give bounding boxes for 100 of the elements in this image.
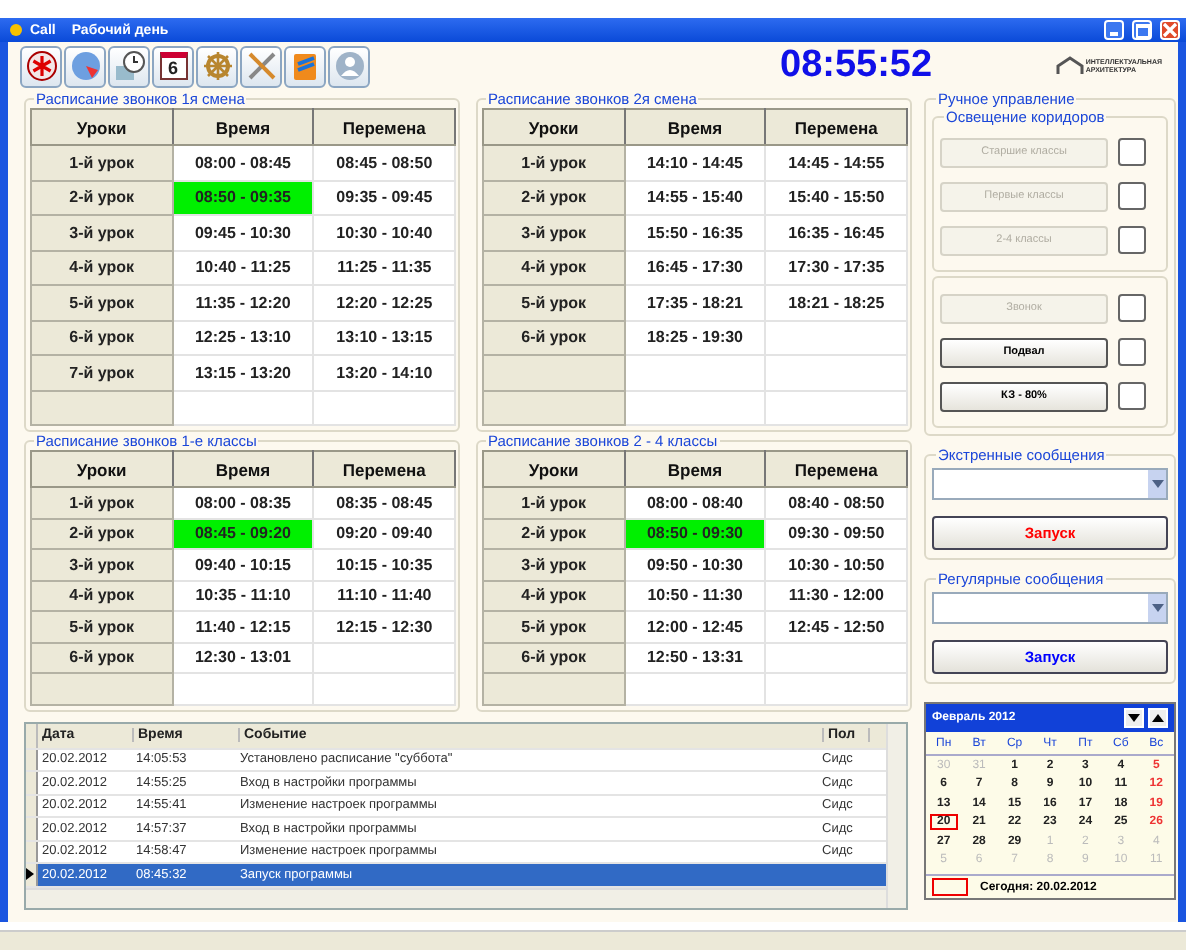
table-cell: 11:40 - 12:15 <box>172 611 314 642</box>
table-cell: 12:20 - 12:25 <box>313 285 455 320</box>
row-pointer-icon <box>26 868 34 881</box>
caret-icon <box>1151 604 1163 612</box>
clock: 08:55:52 <box>780 44 933 88</box>
column-header: Уроки <box>483 109 625 145</box>
row-header: 3-й урок <box>31 549 173 580</box>
minimize-button[interactable] <box>1104 20 1124 40</box>
table-cell: 08:00 - 08:35 <box>172 487 314 518</box>
row-header: 1-й урок <box>31 145 173 180</box>
row-header: 2-й урок <box>483 180 625 215</box>
table-cell: 14:55 - 15:40 <box>624 180 766 215</box>
column-header: Перемена <box>313 109 455 145</box>
column-header: Время <box>624 451 766 487</box>
globe-button[interactable] <box>64 45 106 87</box>
checkbox[interactable] <box>1118 338 1146 366</box>
wheel-icon <box>201 50 233 82</box>
person-button[interactable] <box>328 45 370 87</box>
table-cell: 09:30 - 09:50 <box>765 518 907 549</box>
row-header: 1-й урок <box>483 487 625 518</box>
table-cell: 09:20 - 09:40 <box>313 518 455 549</box>
row-header: 5-й урок <box>483 285 625 320</box>
row-header: 2-й урок <box>31 180 173 215</box>
table-cell: 17:30 - 17:35 <box>765 250 907 285</box>
house-logo-icon <box>1055 56 1084 76</box>
row-header: 1-й урок <box>483 145 625 180</box>
close-button[interactable] <box>1160 20 1180 40</box>
horizontal-scrollbar[interactable] <box>26 887 886 907</box>
table-cell: 15:50 - 16:35 <box>624 215 766 250</box>
row-header: 6-й урок <box>483 320 625 355</box>
caret-icon <box>1151 480 1163 488</box>
globe-icon <box>69 50 101 82</box>
row-header: 5-й урок <box>31 285 173 320</box>
row-header: 5-й урок <box>31 611 173 642</box>
table-cell: 10:50 - 11:30 <box>624 580 766 611</box>
wheel-button[interactable] <box>196 45 238 87</box>
row-header: 6-й урок <box>31 320 173 355</box>
table-cell: 13:15 - 13:20 <box>172 355 314 390</box>
previous-month-button[interactable] <box>1124 708 1144 728</box>
table-cell: 09:50 - 10:30 <box>624 549 766 580</box>
row-header: 4-й урок <box>31 580 173 611</box>
calendar-button[interactable]: 6 <box>152 45 194 87</box>
table-cell: 13:10 - 13:15 <box>313 320 455 355</box>
table-cell: 10:35 - 11:10 <box>172 580 314 611</box>
row-header: 2-й урок <box>31 518 173 549</box>
table-cell: 08:45 - 09:20 <box>172 518 314 549</box>
row-header: 5-й урок <box>483 611 625 642</box>
row-header: 6-й урок <box>483 642 625 673</box>
table-cell: 18:21 - 18:25 <box>765 285 907 320</box>
table-cell: 15:40 - 15:50 <box>765 180 907 215</box>
table-cell: 12:25 - 13:10 <box>172 320 314 355</box>
table-cell: 12:50 - 13:31 <box>624 642 766 673</box>
column-header: Перемена <box>313 451 455 487</box>
today-marker-icon <box>932 878 968 896</box>
table-cell: 14:45 - 14:55 <box>765 145 907 180</box>
column-header: Уроки <box>483 451 625 487</box>
table-cell: 11:30 - 12:00 <box>765 580 907 611</box>
column-header: Уроки <box>31 451 173 487</box>
column-header: Время <box>172 109 314 145</box>
calendar-icon: 6 <box>159 52 187 80</box>
table-cell: 08:50 - 09:35 <box>172 180 314 215</box>
table-cell: 12:15 - 12:30 <box>313 611 455 642</box>
row-header: 4-й урок <box>31 250 173 285</box>
table-cell: 09:45 - 10:30 <box>172 215 314 250</box>
book-button[interactable] <box>284 45 326 87</box>
row-header: 3-й урок <box>31 215 173 250</box>
table-cell: 16:35 - 16:45 <box>765 215 907 250</box>
table-cell: 10:30 - 10:50 <box>765 549 907 580</box>
row-header: 1-й урок <box>31 487 173 518</box>
table-cell: 11:35 - 12:20 <box>172 285 314 320</box>
table-cell: 17:35 - 18:21 <box>624 285 766 320</box>
table-cell: 08:00 - 08:40 <box>624 487 766 518</box>
table-cell: 18:25 - 19:30 <box>624 320 766 355</box>
asterisk-button[interactable] <box>20 45 62 87</box>
asterisk-icon <box>25 50 57 82</box>
table-cell: 08:35 - 08:45 <box>313 487 455 518</box>
table-cell: 12:45 - 12:50 <box>765 611 907 642</box>
app-icon <box>10 24 22 36</box>
row-header: 4-й урок <box>483 580 625 611</box>
book-icon <box>289 50 321 82</box>
column-header: Перемена <box>765 451 907 487</box>
tools-button[interactable] <box>240 45 282 87</box>
table-cell: 11:25 - 11:35 <box>313 250 455 285</box>
table-cell: 16:45 - 17:30 <box>624 250 766 285</box>
message-dropdown[interactable] <box>932 468 1168 500</box>
vertical-scrollbar[interactable] <box>886 723 906 907</box>
row-header: 4-й урок <box>483 250 625 285</box>
maximize-button[interactable] <box>1132 20 1152 40</box>
column-header: Перемена <box>765 109 907 145</box>
person-icon <box>333 50 365 82</box>
table-cell: 12:00 - 12:45 <box>624 611 766 642</box>
table-cell: 12:30 - 13:01 <box>172 642 314 673</box>
checkbox[interactable] <box>1118 382 1146 410</box>
message-dropdown[interactable] <box>932 592 1168 624</box>
table-cell: 10:15 - 10:35 <box>313 549 455 580</box>
next-month-button[interactable] <box>1148 708 1168 728</box>
clock-button[interactable] <box>108 45 150 87</box>
column-header: Время <box>172 451 314 487</box>
row-header: 3-й урок <box>483 215 625 250</box>
column-header: Уроки <box>31 109 173 145</box>
